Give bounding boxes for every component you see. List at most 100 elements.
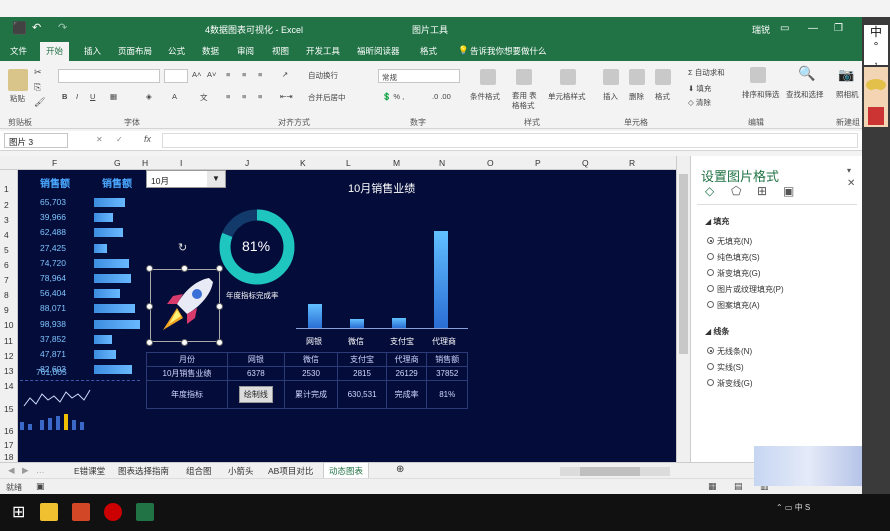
resize-handle[interactable] [216, 339, 223, 346]
chevron-down-icon[interactable]: ▼ [207, 171, 225, 187]
decimal-icon[interactable]: .0 .00 [432, 92, 451, 101]
col-q[interactable]: Q [582, 158, 589, 168]
picture-icon[interactable]: ▣ [783, 184, 794, 198]
fill-button[interactable]: ⬇ 填充 [688, 83, 711, 94]
tab-home[interactable]: 开始 [40, 42, 70, 61]
sheet-tab[interactable]: AB项目对比 [268, 465, 313, 477]
row-17[interactable]: 17 [4, 440, 13, 450]
col-h[interactable]: H [142, 158, 148, 168]
row-9[interactable]: 9 [4, 305, 9, 315]
horizontal-scrollbar[interactable] [560, 467, 670, 476]
find-select-label[interactable]: 查找和选择 [786, 89, 824, 100]
line-option[interactable]: 实线(S) [707, 362, 744, 373]
row-3[interactable]: 3 [4, 215, 9, 225]
row-13[interactable]: 13 [4, 366, 13, 376]
camera-label[interactable]: 照相机 [836, 89, 859, 100]
page-layout-view-icon[interactable]: ▤ [734, 481, 743, 492]
enter-formula-icon[interactable]: ✓ [116, 135, 123, 144]
macro-icon[interactable]: ▣ [36, 481, 45, 492]
border-icon[interactable]: ▦ [110, 92, 117, 101]
radio-icon[interactable] [707, 379, 714, 386]
scroll-thumb[interactable] [580, 467, 640, 476]
radio-icon[interactable] [707, 269, 714, 276]
redo-icon[interactable]: ↷ [58, 21, 67, 34]
font-name-box[interactable] [58, 69, 160, 83]
fill-line-icon[interactable]: ◇ [705, 184, 714, 198]
close-icon[interactable]: ✕ [847, 178, 855, 189]
normal-view-icon[interactable]: ▦ [708, 481, 717, 492]
file-explorer-icon[interactable] [40, 503, 58, 521]
cell-style-label[interactable]: 单元格样式 [548, 91, 586, 102]
font-size-box[interactable] [164, 69, 188, 83]
start-icon[interactable]: ⊞ [12, 502, 25, 522]
tab-data[interactable]: 数据 [202, 45, 219, 57]
insert-cells-icon[interactable] [603, 69, 619, 85]
table-format-label[interactable]: 套用 表格格式 [512, 91, 542, 111]
fill-section-toggle[interactable]: ◢ 填充 [705, 216, 729, 227]
effects-icon[interactable]: ⬠ [731, 184, 741, 198]
sheet-tab[interactable]: 小箭头 [228, 465, 254, 477]
draw-line-button[interactable]: 绘制线 [238, 386, 273, 403]
indent-icon[interactable]: ⇤⇥ [280, 92, 293, 101]
autosum-button[interactable]: Σ 自动求和 [688, 67, 725, 78]
align-right-icon[interactable]: ≡ [258, 92, 262, 101]
ime-badge[interactable]: 中 °, [864, 25, 888, 67]
clear-button[interactable]: ◇ 清除 [688, 97, 711, 108]
line-option[interactable]: 无线条(N) [707, 346, 752, 357]
row-2[interactable]: 2 [4, 200, 9, 210]
sort-filter-icon[interactable] [750, 67, 766, 83]
align-middle-icon[interactable]: ≡ [242, 70, 246, 79]
col-o[interactable]: O [487, 158, 494, 168]
resize-handle[interactable] [181, 339, 188, 346]
fill-option[interactable]: 纯色填充(S) [707, 252, 760, 263]
fill-option[interactable]: 图案填充(A) [707, 300, 760, 311]
row-18[interactable]: 18 [4, 452, 13, 462]
fill-option[interactable]: 无填充(N) [707, 236, 752, 247]
align-bottom-icon[interactable]: ≡ [258, 70, 262, 79]
col-i[interactable]: I [180, 158, 182, 168]
more-sheets-icon[interactable]: … [36, 465, 45, 475]
col-j[interactable]: J [245, 158, 249, 168]
tab-view[interactable]: 视图 [272, 45, 289, 57]
table-format-icon[interactable] [516, 69, 532, 85]
row-5[interactable]: 5 [4, 245, 9, 255]
format-cells-icon[interactable] [655, 69, 671, 85]
maximize-icon[interactable]: ❐ [834, 23, 843, 34]
col-f[interactable]: F [52, 158, 57, 168]
tab-insert[interactable]: 插入 [84, 45, 101, 57]
tab-file[interactable]: 文件 [10, 45, 27, 57]
sheet-tab-active[interactable]: 动态图表 [323, 463, 370, 479]
row-16[interactable]: 16 [4, 426, 13, 436]
orientation-icon[interactable]: ↗ [282, 70, 288, 79]
merge-center-button[interactable]: 合并后居中 [308, 92, 346, 103]
tab-developer[interactable]: 开发工具 [306, 45, 340, 57]
underline-button[interactable]: U [90, 92, 95, 101]
col-r[interactable]: R [629, 158, 635, 168]
radio-icon[interactable] [707, 363, 714, 370]
italic-button[interactable]: I [76, 92, 78, 101]
conditional-format-icon[interactable] [480, 69, 496, 85]
row-15[interactable]: 15 [4, 404, 13, 414]
col-p[interactable]: P [535, 158, 541, 168]
conditional-format-label[interactable]: 条件格式 [470, 91, 500, 102]
copy-icon[interactable]: ⎘ [34, 82, 41, 93]
row-14[interactable]: 14 [4, 381, 13, 391]
rocket-picture[interactable] [150, 269, 220, 342]
sheet-tab[interactable]: E错课堂 [74, 465, 105, 477]
month-select[interactable]: 10月 ▼ [146, 170, 226, 188]
phonetic-icon[interactable]: 文 [200, 92, 208, 103]
resize-handle[interactable] [146, 339, 153, 346]
tab-format[interactable]: 格式 [420, 45, 437, 57]
excel-icon[interactable] [136, 503, 154, 521]
number-format-select[interactable]: 常规 [378, 69, 460, 83]
tab-scroll-right-icon[interactable]: ▶ [22, 465, 29, 476]
currency-icon[interactable]: 💲 % , [382, 92, 404, 101]
delete-cells-label[interactable]: 删除 [629, 91, 644, 102]
line-section-toggle[interactable]: ◢ 线条 [705, 326, 729, 337]
grow-font-icon[interactable]: A˄ [192, 70, 201, 79]
delete-cells-icon[interactable] [629, 69, 645, 85]
vertical-scrollbar[interactable] [676, 156, 690, 462]
col-l[interactable]: L [346, 158, 351, 168]
resize-handle[interactable] [146, 265, 153, 272]
camera-icon[interactable]: 📷 [838, 67, 854, 83]
